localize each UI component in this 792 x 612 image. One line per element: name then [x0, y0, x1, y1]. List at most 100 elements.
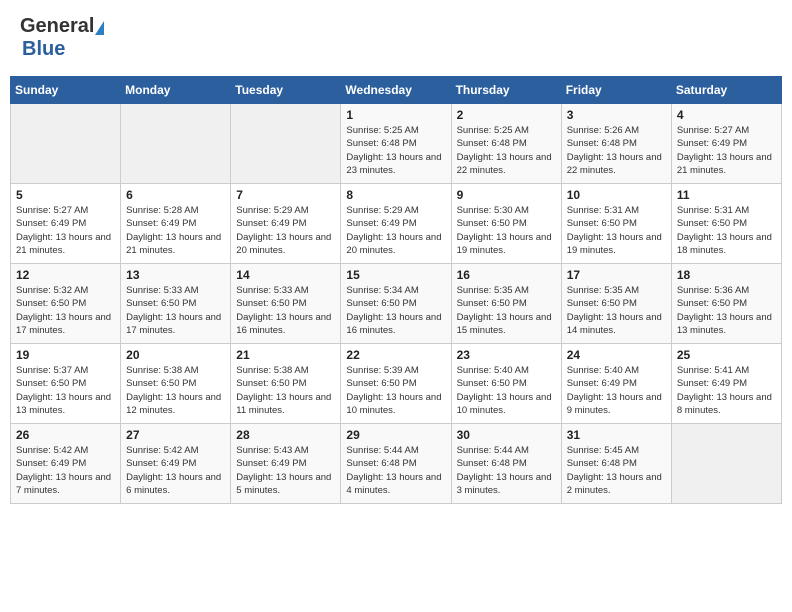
calendar-week-row: 26 Sunrise: 5:42 AMSunset: 6:49 PMDayligh… — [11, 424, 782, 504]
calendar-table: SundayMondayTuesdayWednesdayThursdayFrid… — [10, 76, 782, 504]
day-number: 13 — [126, 268, 225, 282]
day-number: 23 — [457, 348, 556, 362]
day-info: Sunrise: 5:33 AMSunset: 6:50 PMDaylight:… — [236, 284, 335, 337]
day-info: Sunrise: 5:44 AMSunset: 6:48 PMDaylight:… — [457, 444, 556, 497]
calendar-cell: 1 Sunrise: 5:25 AMSunset: 6:48 PMDaylight… — [341, 104, 451, 184]
calendar-cell: 21 Sunrise: 5:38 AMSunset: 6:50 PMDayligh… — [231, 344, 341, 424]
day-info: Sunrise: 5:30 AMSunset: 6:50 PMDaylight:… — [457, 204, 556, 257]
day-number: 2 — [457, 108, 556, 122]
day-number: 4 — [677, 108, 776, 122]
calendar-cell: 30 Sunrise: 5:44 AMSunset: 6:48 PMDayligh… — [451, 424, 561, 504]
calendar-cell: 17Sunrise: 5:35 AMSunset: 6:50 PMDayligh… — [561, 264, 671, 344]
day-number: 25 — [677, 348, 776, 362]
weekday-header: Friday — [561, 77, 671, 104]
day-info: Sunrise: 5:27 AMSunset: 6:49 PMDaylight:… — [677, 124, 776, 177]
day-info: Sunrise: 5:38 AMSunset: 6:50 PMDaylight:… — [236, 364, 335, 417]
day-number: 24 — [567, 348, 666, 362]
day-info: Sunrise: 5:31 AMSunset: 6:50 PMDaylight:… — [567, 204, 666, 257]
day-info: Sunrise: 5:40 AMSunset: 6:49 PMDaylight:… — [567, 364, 666, 417]
day-info: Sunrise: 5:28 AMSunset: 6:49 PMDaylight:… — [126, 204, 225, 257]
day-info: Sunrise: 5:35 AMSunset: 6:50 PMDaylight:… — [457, 284, 556, 337]
day-number: 15 — [346, 268, 445, 282]
weekday-header: Tuesday — [231, 77, 341, 104]
calendar-cell: 23 Sunrise: 5:40 AMSunset: 6:50 PMDayligh… — [451, 344, 561, 424]
day-info: Sunrise: 5:44 AMSunset: 6:48 PMDaylight:… — [346, 444, 445, 497]
calendar-cell: 2 Sunrise: 5:25 AMSunset: 6:48 PMDaylight… — [451, 104, 561, 184]
calendar-cell: 20 Sunrise: 5:38 AMSunset: 6:50 PMDayligh… — [121, 344, 231, 424]
calendar-cell: 18Sunrise: 5:36 AMSunset: 6:50 PMDayligh… — [671, 264, 781, 344]
day-info: Sunrise: 5:37 AMSunset: 6:50 PMDaylight:… — [16, 364, 115, 417]
calendar-cell: 10 Sunrise: 5:31 AMSunset: 6:50 PMDayligh… — [561, 184, 671, 264]
day-info: Sunrise: 5:34 AMSunset: 6:50 PMDaylight:… — [346, 284, 445, 337]
day-info: Sunrise: 5:25 AMSunset: 6:48 PMDaylight:… — [346, 124, 445, 177]
calendar-cell: 15 Sunrise: 5:34 AMSunset: 6:50 PMDayligh… — [341, 264, 451, 344]
day-number: 8 — [346, 188, 445, 202]
day-number: 31 — [567, 428, 666, 442]
day-number: 16 — [457, 268, 556, 282]
day-number: 30 — [457, 428, 556, 442]
day-number: 7 — [236, 188, 335, 202]
logo-general-text: General — [20, 15, 94, 37]
logo: General Blue — [20, 15, 104, 61]
day-info: Sunrise: 5:25 AMSunset: 6:48 PMDaylight:… — [457, 124, 556, 177]
day-number: 12 — [16, 268, 115, 282]
calendar-week-row: 1 Sunrise: 5:25 AMSunset: 6:48 PMDaylight… — [11, 104, 782, 184]
logo-triangle-icon — [95, 21, 104, 35]
day-number: 3 — [567, 108, 666, 122]
calendar-cell: 5Sunrise: 5:27 AMSunset: 6:49 PMDaylight… — [11, 184, 121, 264]
day-number: 22 — [346, 348, 445, 362]
day-number: 17 — [567, 268, 666, 282]
day-info: Sunrise: 5:41 AMSunset: 6:49 PMDaylight:… — [677, 364, 776, 417]
day-number: 29 — [346, 428, 445, 442]
day-number: 6 — [126, 188, 225, 202]
calendar-cell: 13Sunrise: 5:33 AMSunset: 6:50 PMDayligh… — [121, 264, 231, 344]
calendar-cell: 6 Sunrise: 5:28 AMSunset: 6:49 PMDaylight… — [121, 184, 231, 264]
day-number: 18 — [677, 268, 776, 282]
calendar-cell: 14Sunrise: 5:33 AMSunset: 6:50 PMDayligh… — [231, 264, 341, 344]
day-number: 26 — [16, 428, 115, 442]
calendar-cell: 7 Sunrise: 5:29 AMSunset: 6:49 PMDaylight… — [231, 184, 341, 264]
day-number: 19 — [16, 348, 115, 362]
day-number: 11 — [677, 188, 776, 202]
calendar-cell — [11, 104, 121, 184]
day-info: Sunrise: 5:45 AMSunset: 6:48 PMDaylight:… — [567, 444, 666, 497]
calendar-cell — [121, 104, 231, 184]
day-info: Sunrise: 5:39 AMSunset: 6:50 PMDaylight:… — [346, 364, 445, 417]
day-number: 28 — [236, 428, 335, 442]
weekday-header: Wednesday — [341, 77, 451, 104]
day-info: Sunrise: 5:32 AMSunset: 6:50 PMDaylight:… — [16, 284, 115, 337]
day-info: Sunrise: 5:43 AMSunset: 6:49 PMDaylight:… — [236, 444, 335, 497]
day-number: 5 — [16, 188, 115, 202]
day-info: Sunrise: 5:29 AMSunset: 6:49 PMDaylight:… — [236, 204, 335, 257]
calendar-cell: 11Sunrise: 5:31 AMSunset: 6:50 PMDayligh… — [671, 184, 781, 264]
page-header: General Blue — [10, 10, 782, 66]
day-info: Sunrise: 5:40 AMSunset: 6:50 PMDaylight:… — [457, 364, 556, 417]
day-info: Sunrise: 5:26 AMSunset: 6:48 PMDaylight:… — [567, 124, 666, 177]
day-number: 21 — [236, 348, 335, 362]
day-number: 20 — [126, 348, 225, 362]
logo-blue-text: Blue — [22, 38, 65, 60]
weekday-header-row: SundayMondayTuesdayWednesdayThursdayFrid… — [11, 77, 782, 104]
calendar-cell — [231, 104, 341, 184]
calendar-cell: 4 Sunrise: 5:27 AMSunset: 6:49 PMDaylight… — [671, 104, 781, 184]
calendar-cell: 3 Sunrise: 5:26 AMSunset: 6:48 PMDaylight… — [561, 104, 671, 184]
weekday-header: Monday — [121, 77, 231, 104]
calendar-cell: 16 Sunrise: 5:35 AMSunset: 6:50 PMDayligh… — [451, 264, 561, 344]
calendar-cell: 9Sunrise: 5:30 AMSunset: 6:50 PMDaylight… — [451, 184, 561, 264]
calendar-cell: 27 Sunrise: 5:42 AMSunset: 6:49 PMDayligh… — [121, 424, 231, 504]
day-number: 27 — [126, 428, 225, 442]
calendar-cell: 25 Sunrise: 5:41 AMSunset: 6:49 PMDayligh… — [671, 344, 781, 424]
calendar-cell: 29 Sunrise: 5:44 AMSunset: 6:48 PMDayligh… — [341, 424, 451, 504]
day-info: Sunrise: 5:42 AMSunset: 6:49 PMDaylight:… — [126, 444, 225, 497]
day-number: 10 — [567, 188, 666, 202]
logo-text: General Blue — [20, 15, 104, 61]
day-number: 1 — [346, 108, 445, 122]
calendar-week-row: 12 Sunrise: 5:32 AMSunset: 6:50 PMDayligh… — [11, 264, 782, 344]
calendar-cell: 22 Sunrise: 5:39 AMSunset: 6:50 PMDayligh… — [341, 344, 451, 424]
weekday-header: Sunday — [11, 77, 121, 104]
calendar-cell: 8 Sunrise: 5:29 AMSunset: 6:49 PMDaylight… — [341, 184, 451, 264]
day-info: Sunrise: 5:38 AMSunset: 6:50 PMDaylight:… — [126, 364, 225, 417]
calendar-cell: 24 Sunrise: 5:40 AMSunset: 6:49 PMDayligh… — [561, 344, 671, 424]
weekday-header: Saturday — [671, 77, 781, 104]
day-info: Sunrise: 5:29 AMSunset: 6:49 PMDaylight:… — [346, 204, 445, 257]
